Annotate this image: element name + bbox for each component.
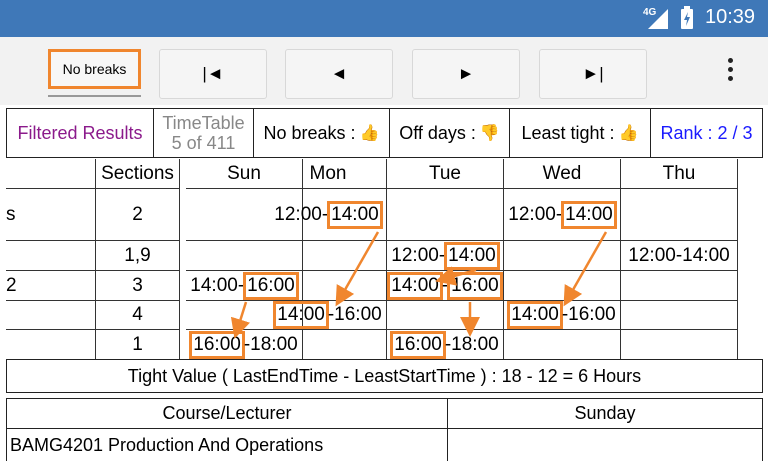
annotation-arrow [335, 231, 380, 307]
annotation-arrow [230, 301, 251, 339]
annotation-arrow [435, 266, 477, 286]
annotation-arrow [563, 231, 608, 307]
arrow-overlay [230, 231, 608, 339]
